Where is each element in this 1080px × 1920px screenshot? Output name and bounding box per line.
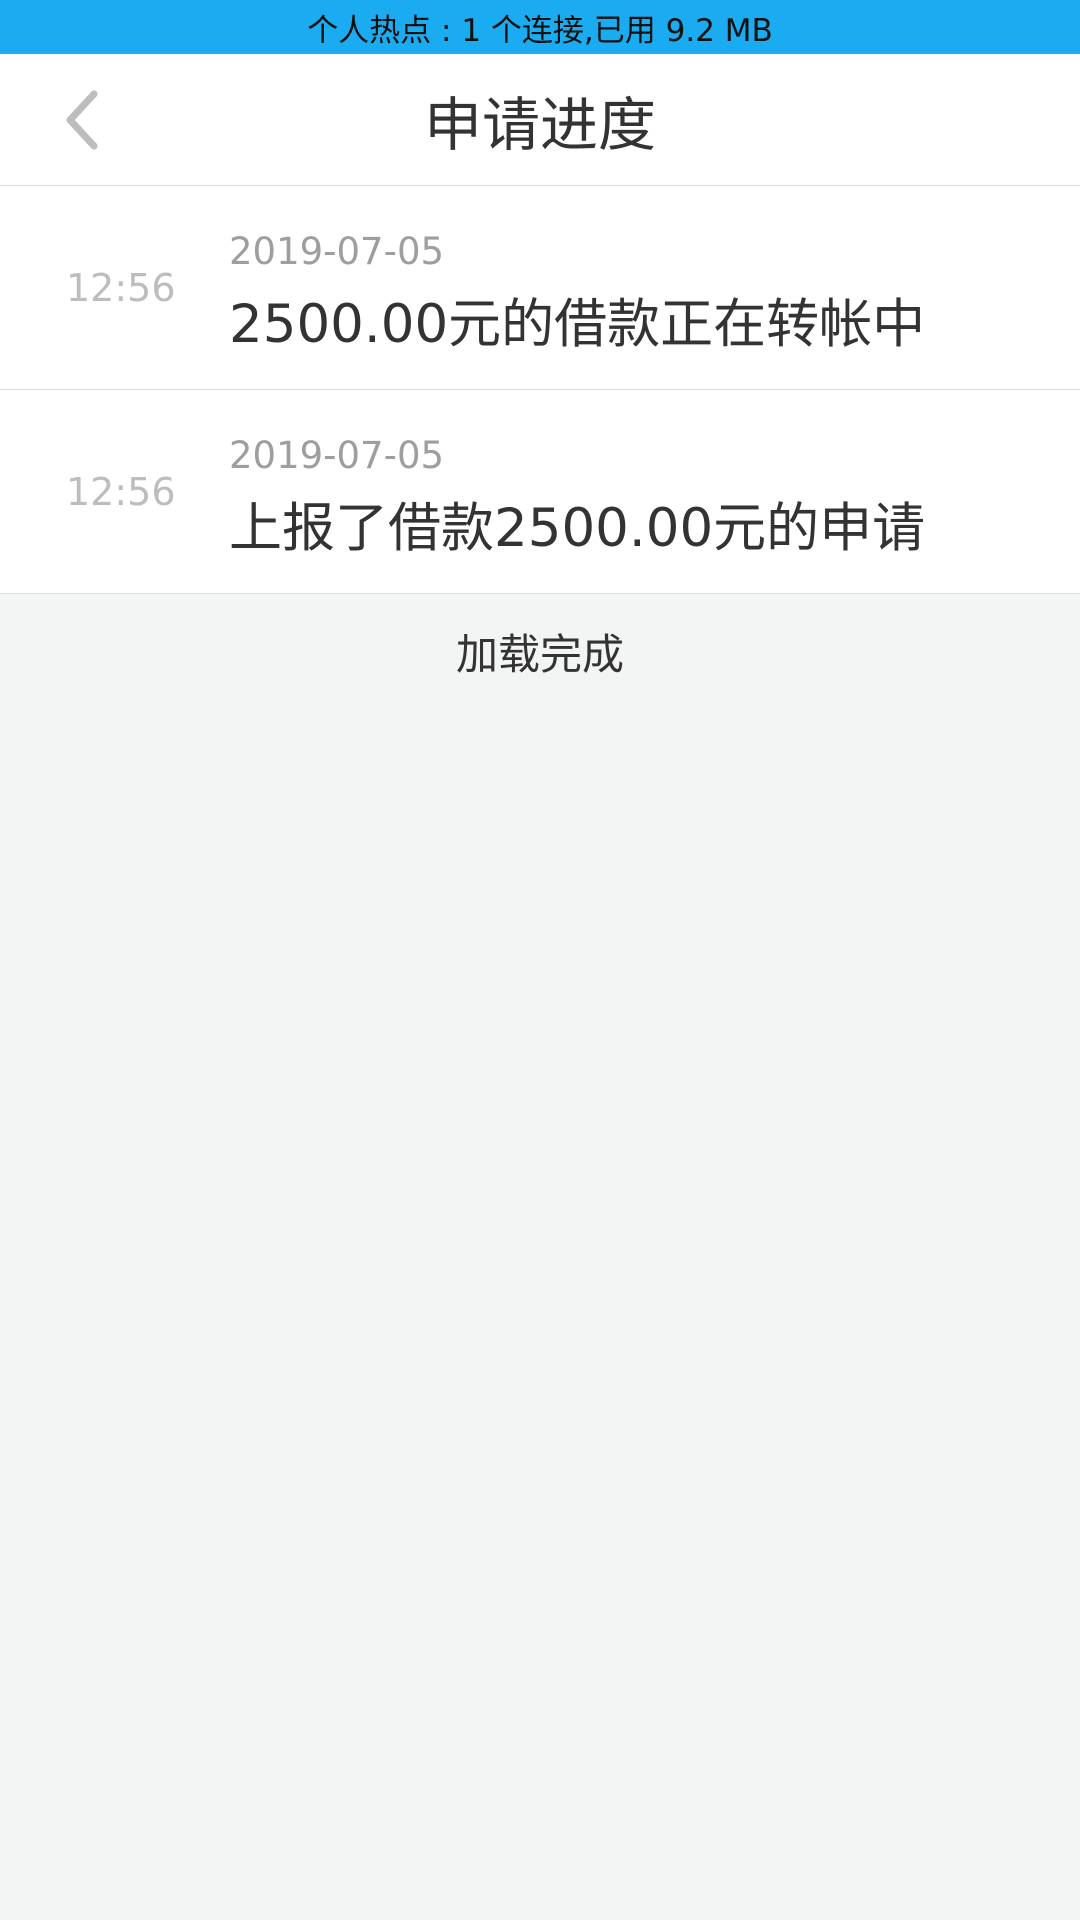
progress-list: 12:56 2019-07-05 2500.00元的借款正在转帐中 12:56 … [0,186,1080,594]
nav-bar: 申请进度 [0,54,1080,186]
item-time: 12:56 [66,469,176,514]
list-item[interactable]: 12:56 2019-07-05 上报了借款2500.00元的申请 [0,390,1080,594]
load-complete-label: 加载完成 [455,629,624,679]
item-date: 2019-07-05 [229,230,445,273]
list-item[interactable]: 12:56 2019-07-05 2500.00元的借款正在转帐中 [0,186,1080,390]
item-text: 2500.00元的借款正在转帐中 [229,294,926,355]
item-date: 2019-07-05 [229,434,445,477]
hotspot-status-text: 个人热点 : 1 个连接,已用 9.2 MB [307,12,773,49]
status-bar: 个人热点 : 1 个连接,已用 9.2 MB [0,0,1080,54]
item-time: 12:56 [66,265,176,310]
item-text: 上报了借款2500.00元的申请 [229,498,926,559]
page-title: 申请进度 [423,90,656,159]
